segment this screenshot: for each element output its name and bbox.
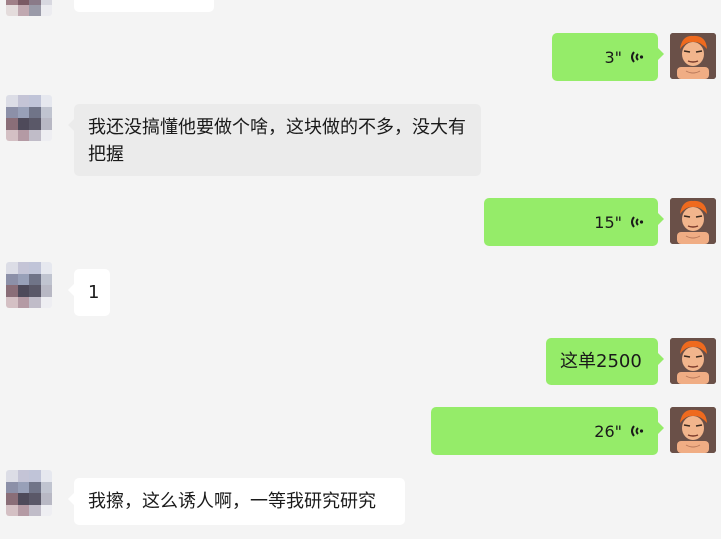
self-avatar[interactable] [670,33,716,79]
voice-message-bubble[interactable]: 26" [431,407,664,455]
voice-wave-icon [631,425,644,437]
message-text: 我擦，这么诱人啊，一等我研究研究 [88,491,376,512]
voice-message-bubble[interactable]: 3" [552,33,664,81]
cartoon-avatar-icon [670,198,716,244]
contact-avatar[interactable] [6,262,52,308]
voice-wave-icon [631,216,644,228]
self-avatar[interactable] [670,198,716,244]
self-avatar[interactable] [670,338,716,384]
message-text: 1 [88,282,100,303]
cartoon-avatar-icon [670,407,716,453]
contact-avatar[interactable] [6,0,52,16]
chat-history[interactable]: 3" 我还没搞懂他要做个啥，这块做的不多，没大有把握 15" 1 这单2500 … [0,0,721,539]
voice-duration: 3" [604,47,622,67]
message-bubble-incoming[interactable]: 1 [68,269,110,316]
cartoon-avatar-icon [670,33,716,79]
message-bubble-incoming[interactable]: 我还没搞懂他要做个啥，这块做的不多，没大有把握 [68,104,481,176]
message-text: 我还没搞懂他要做个啥，这块做的不多，没大有把握 [88,117,466,165]
voice-message-bubble[interactable]: 15" [484,198,664,246]
self-avatar[interactable] [670,407,716,453]
contact-avatar[interactable] [6,470,52,516]
message-text: 这单2500 [560,351,642,372]
message-bubble-incoming[interactable] [74,0,214,12]
voice-duration: 15" [594,212,622,232]
message-bubble-outgoing[interactable]: 这单2500 [546,338,664,385]
message-bubble-incoming[interactable]: 我擦，这么诱人啊，一等我研究研究 [68,478,405,525]
voice-wave-icon [631,51,644,63]
contact-avatar[interactable] [6,95,52,141]
voice-duration: 26" [594,421,622,441]
cartoon-avatar-icon [670,338,716,384]
